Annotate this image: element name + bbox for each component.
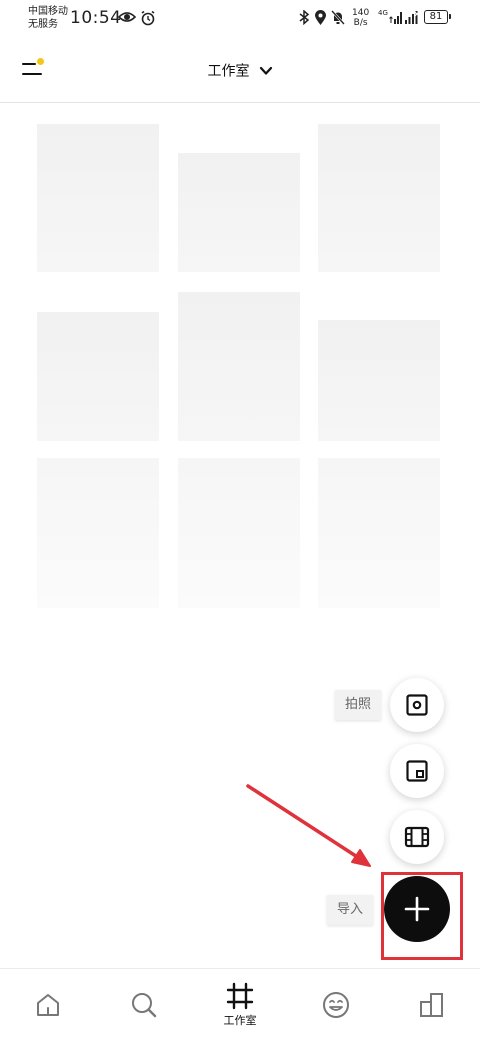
project-grid bbox=[0, 104, 480, 624]
project-placeholder[interactable] bbox=[37, 458, 159, 608]
picture-in-picture-icon bbox=[406, 760, 428, 782]
smiley-icon bbox=[323, 992, 349, 1018]
video-button[interactable] bbox=[390, 810, 444, 864]
nav-studio-label: 工作室 bbox=[223, 1014, 257, 1027]
alarm-icon bbox=[141, 10, 155, 26]
net-speed-unit: B/s bbox=[353, 18, 368, 28]
project-placeholder[interactable] bbox=[318, 320, 440, 441]
nav-studio[interactable]: 工作室 bbox=[192, 969, 288, 1040]
pip-button[interactable] bbox=[390, 744, 444, 798]
project-placeholder[interactable] bbox=[178, 153, 300, 272]
chevron-down-icon bbox=[259, 66, 272, 75]
photo-button[interactable] bbox=[390, 678, 444, 732]
carrier-info: 中国移动 无服务 bbox=[28, 5, 68, 31]
carrier-service: 无服务 bbox=[28, 19, 58, 30]
location-icon bbox=[315, 10, 326, 25]
highlight-box bbox=[381, 872, 463, 960]
camera-icon bbox=[406, 694, 428, 716]
nav-emoji[interactable] bbox=[288, 969, 384, 1040]
eye-icon bbox=[118, 12, 136, 22]
page-title: 工作室 bbox=[207, 63, 250, 80]
bottom-navigation: 工作室 bbox=[0, 968, 480, 1040]
crop-icon bbox=[226, 982, 254, 1010]
project-placeholder[interactable] bbox=[318, 124, 440, 272]
search-icon bbox=[132, 993, 157, 1018]
project-placeholder[interactable] bbox=[37, 312, 159, 441]
nav-search[interactable] bbox=[96, 969, 192, 1040]
bluetooth-icon bbox=[299, 10, 310, 25]
status-time: 10:54 bbox=[70, 8, 122, 28]
signal-icon bbox=[405, 11, 420, 24]
workspace-switcher[interactable]: 工作室 bbox=[0, 60, 480, 81]
net-speed: 140 B/s bbox=[352, 8, 369, 28]
home-icon bbox=[37, 994, 59, 1016]
nav-home[interactable] bbox=[0, 969, 96, 1040]
mute-bell-icon bbox=[331, 10, 345, 25]
project-placeholder[interactable] bbox=[178, 292, 300, 441]
project-placeholder[interactable] bbox=[178, 458, 300, 608]
data-arrows-icon bbox=[389, 12, 402, 24]
battery-indicator: 81 bbox=[424, 10, 451, 24]
photo-label[interactable]: 拍照 bbox=[335, 690, 382, 720]
status-bar: 中国移动 无服务 10:54 140 B/s 4G 81 bbox=[0, 0, 480, 36]
net-speed-value: 140 bbox=[352, 8, 370, 18]
import-label[interactable]: 导入 bbox=[327, 895, 374, 925]
carrier-name: 中国移动 bbox=[28, 6, 68, 17]
nav-stats[interactable] bbox=[384, 969, 480, 1040]
film-icon bbox=[404, 826, 430, 848]
project-placeholder[interactable] bbox=[37, 124, 159, 272]
project-placeholder[interactable] bbox=[318, 458, 440, 608]
top-app-bar: 工作室 bbox=[0, 36, 480, 103]
network-type: 4G bbox=[378, 9, 388, 17]
stats-icon bbox=[420, 993, 443, 1017]
